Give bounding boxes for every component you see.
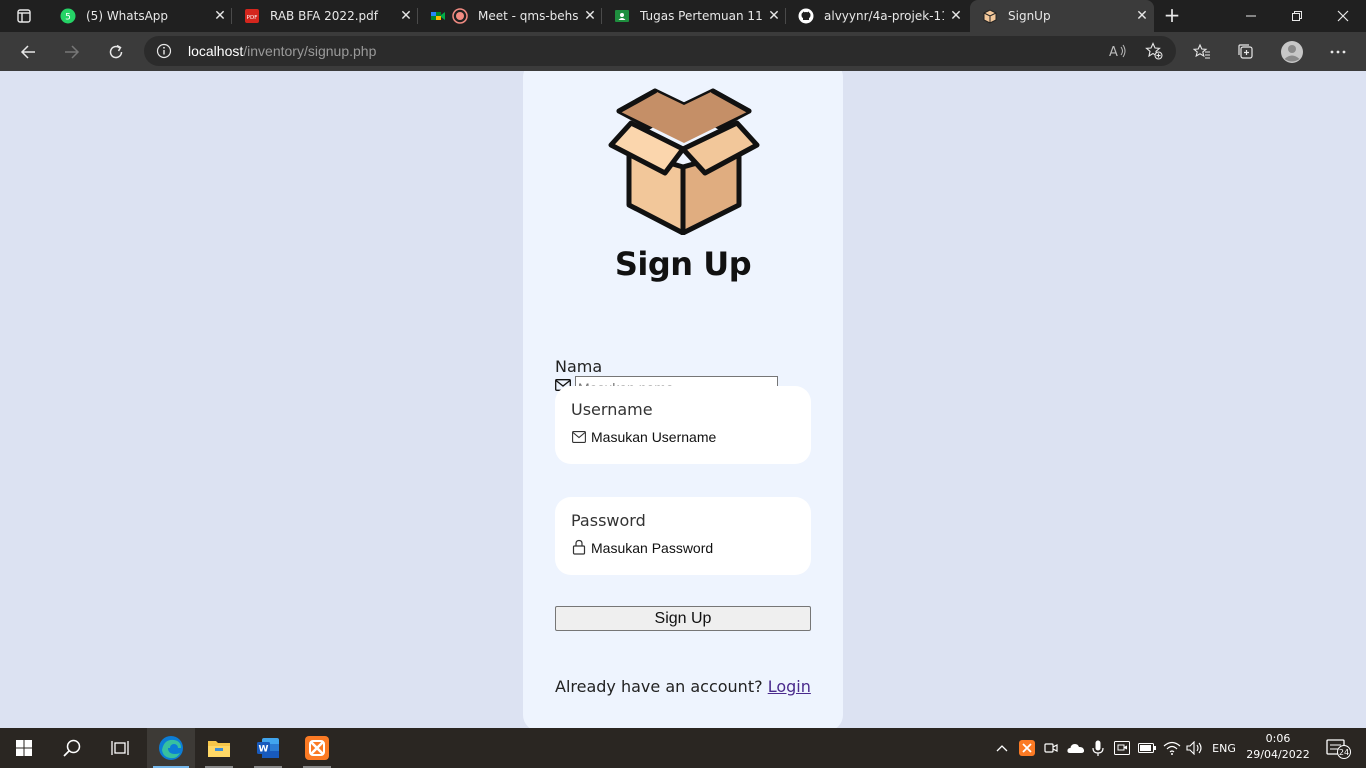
password-label: Password: [571, 511, 646, 530]
search-icon[interactable]: [48, 728, 96, 768]
login-link[interactable]: Login: [768, 677, 811, 696]
language-indicator[interactable]: ENG: [1208, 728, 1240, 768]
read-aloud-icon[interactable]: A: [1108, 41, 1128, 61]
clock-time: 0:06: [1265, 732, 1291, 745]
tab-strip: 5 (5) WhatsApp ✕ PDF RAB BFA 2022.pdf ✕ …: [0, 0, 1366, 32]
xampp-icon[interactable]: [293, 728, 341, 768]
password-input[interactable]: [591, 537, 791, 559]
username-input[interactable]: [591, 426, 791, 448]
edge-icon[interactable]: [147, 728, 195, 768]
taskbar: W ENG 0:06 29/04/2022 24: [0, 728, 1366, 768]
username-field: Username: [555, 386, 811, 464]
task-view-icon[interactable]: [96, 728, 144, 768]
wifi-icon[interactable]: [1160, 728, 1184, 768]
tab-signup[interactable]: SignUp ✕: [970, 0, 1154, 32]
svg-text:A: A: [1109, 45, 1118, 59]
close-tab-icon[interactable]: ✕: [1130, 8, 1154, 24]
back-icon[interactable]: [12, 36, 44, 68]
navigation-bar: localhost/inventory/signup.php A: [0, 32, 1366, 71]
tab-actions-icon[interactable]: [8, 6, 40, 26]
pdf-icon: PDF: [244, 8, 260, 24]
forward-icon[interactable]: [56, 36, 88, 68]
tab-title: Tugas Pertemuan 11 (: [640, 9, 762, 23]
close-tab-icon[interactable]: ✕: [394, 8, 418, 24]
favorites-icon[interactable]: [1186, 36, 1218, 68]
nama-label: Nama: [555, 357, 603, 376]
signup-button[interactable]: Sign Up: [555, 606, 811, 631]
svg-text:PDF: PDF: [247, 15, 258, 21]
url-path: /inventory/signup.php: [243, 43, 377, 59]
start-icon[interactable]: [0, 728, 48, 768]
close-tab-icon[interactable]: ✕: [762, 8, 786, 24]
svg-text:5: 5: [65, 13, 71, 23]
file-explorer-icon[interactable]: [195, 728, 243, 768]
refresh-icon[interactable]: [100, 36, 132, 68]
word-icon[interactable]: W: [244, 728, 292, 768]
login-prompt-text: Already have an account?: [555, 677, 763, 696]
site-info-icon[interactable]: [156, 43, 172, 59]
battery-icon[interactable]: [1136, 728, 1158, 768]
action-center-meet-icon[interactable]: [1110, 728, 1134, 768]
more-options-icon[interactable]: [1322, 36, 1354, 68]
lock-icon: [572, 539, 586, 555]
new-tab-button[interactable]: +: [1160, 4, 1184, 28]
tab-title: (5) WhatsApp: [86, 9, 169, 23]
signup-card: Sign Up Nama Username Password Sign Up A…: [523, 71, 843, 728]
login-prompt: Already have an account? Login: [555, 677, 811, 696]
password-field: Password: [555, 497, 811, 575]
url-host: localhost: [188, 43, 244, 59]
box-logo-icon: [608, 88, 760, 235]
volume-icon[interactable]: [1184, 728, 1206, 768]
recording-icon: [452, 8, 468, 24]
mail-icon: [572, 431, 586, 443]
onedrive-icon[interactable]: [1064, 728, 1088, 768]
tab-classroom[interactable]: Tugas Pertemuan 11 ( ✕: [602, 0, 786, 32]
minimize-icon[interactable]: [1228, 0, 1274, 32]
show-hidden-icons-icon[interactable]: [992, 728, 1012, 768]
github-icon: [798, 8, 814, 24]
google-meet-icon: [430, 8, 446, 24]
notifications-icon[interactable]: 24: [1318, 728, 1358, 768]
page-viewport: Sign Up Nama Username Password Sign Up A…: [0, 71, 1366, 728]
xampp-tray-icon[interactable]: [1016, 728, 1038, 768]
tab-title: SignUp: [1008, 9, 1051, 23]
notification-count: 24: [1339, 748, 1349, 757]
collections-icon[interactable]: [1230, 36, 1262, 68]
tab-title: Meet - qms-behs: [478, 9, 578, 23]
clock[interactable]: 0:06 29/04/2022: [1238, 731, 1318, 763]
tab-pdf[interactable]: PDF RAB BFA 2022.pdf ✕: [232, 0, 418, 32]
add-favorite-icon[interactable]: [1144, 41, 1164, 61]
microphone-icon[interactable]: [1088, 728, 1108, 768]
clock-date: 29/04/2022: [1246, 748, 1310, 761]
tab-meet[interactable]: Meet - qms-behs ✕: [418, 0, 602, 32]
close-tab-icon[interactable]: ✕: [944, 8, 968, 24]
tab-whatsapp[interactable]: 5 (5) WhatsApp ✕: [48, 0, 232, 32]
close-window-icon[interactable]: [1320, 0, 1366, 32]
close-tab-icon[interactable]: ✕: [208, 8, 232, 24]
svg-text:W: W: [259, 745, 269, 755]
meet-tray-icon[interactable]: [1040, 728, 1062, 768]
close-tab-icon[interactable]: ✕: [578, 8, 602, 24]
address-bar[interactable]: localhost/inventory/signup.php A: [144, 36, 1176, 66]
google-classroom-icon: [614, 8, 630, 24]
box-favicon-icon: [982, 8, 998, 24]
username-label: Username: [571, 400, 653, 419]
page-title: Sign Up: [614, 245, 752, 283]
tab-title: alvyynr/4a-projek-11-: [824, 9, 944, 23]
profile-avatar-icon[interactable]: [1276, 36, 1308, 68]
tab-github[interactable]: alvyynr/4a-projek-11- ✕: [786, 0, 968, 32]
url-text[interactable]: localhost/inventory/signup.php: [188, 43, 376, 59]
tab-title: RAB BFA 2022.pdf: [270, 9, 378, 23]
restore-icon[interactable]: [1274, 0, 1320, 32]
whatsapp-icon: 5: [60, 8, 76, 24]
